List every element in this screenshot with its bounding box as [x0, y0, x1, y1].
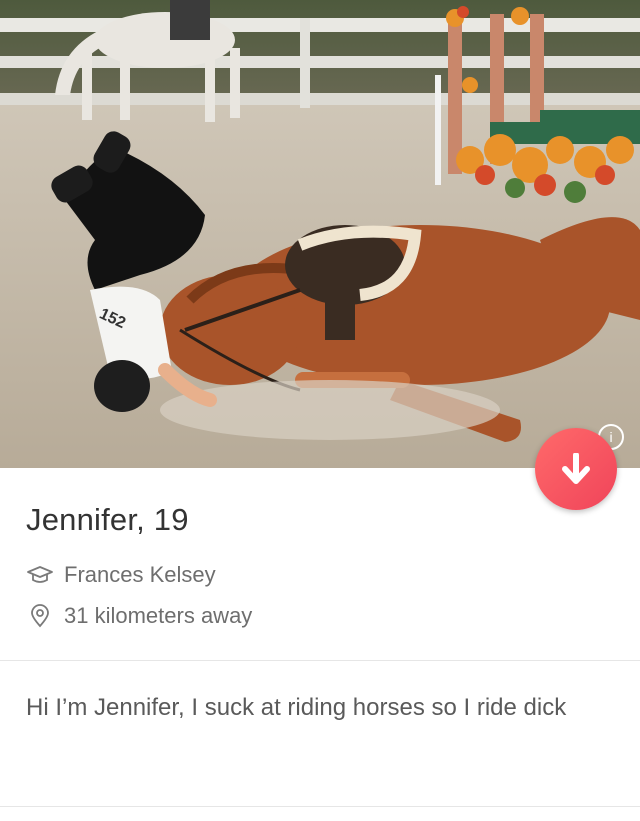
divider-bottom [0, 806, 640, 807]
distance-row: 31 kilometers away [26, 603, 252, 629]
profile-photo-illustration: 152 [0, 0, 640, 468]
distance-text: 31 kilometers away [64, 603, 253, 628]
location-pin-icon [26, 604, 54, 628]
profile-name-age: Jennifer, 19 [26, 502, 189, 537]
arrow-down-icon [562, 453, 590, 484]
collapse-profile-button[interactable] [535, 428, 617, 510]
school-name: Frances Kelsey [64, 562, 216, 587]
divider [0, 660, 640, 661]
bio-text: Hi I’m Jennifer, I suck at riding horses… [26, 694, 567, 721]
graduation-cap-icon [26, 564, 54, 586]
profile-photo[interactable]: 152 [0, 0, 640, 468]
school-row: Frances Kelsey [26, 562, 216, 588]
